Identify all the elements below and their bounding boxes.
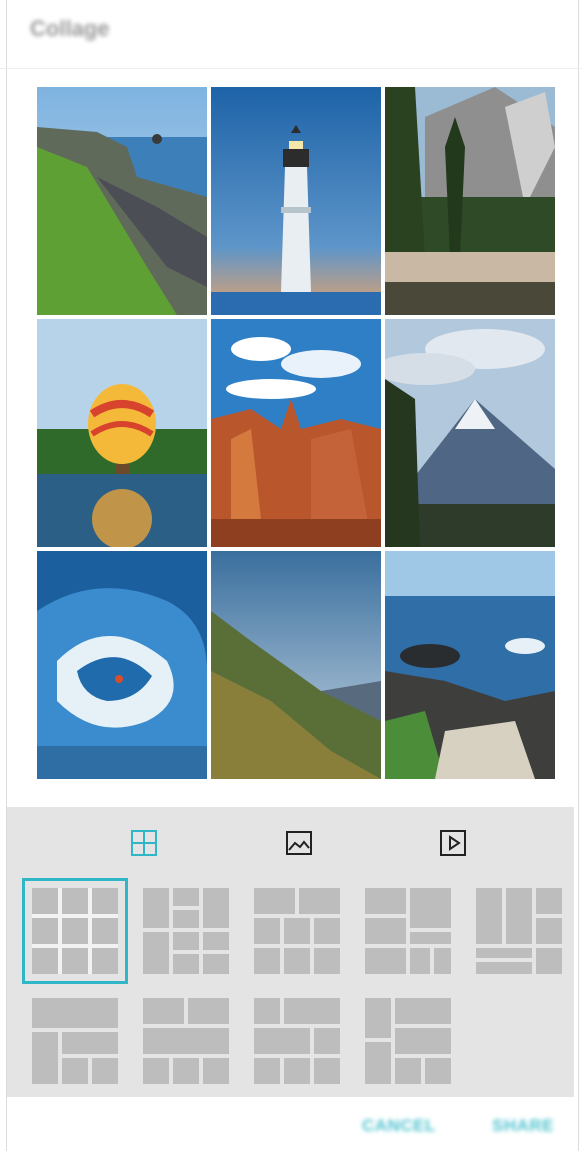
play-icon[interactable] — [438, 828, 468, 858]
cancel-button[interactable]: CANCEL — [362, 1116, 436, 1136]
layout-option-6[interactable] — [32, 998, 118, 1084]
lighthouse-photo[interactable] — [211, 87, 381, 315]
dialog-title: Collage — [30, 16, 110, 41]
layout-option-8[interactable] — [254, 998, 340, 1084]
share-button[interactable]: SHARE — [492, 1116, 554, 1136]
mountain-forest-river-photo[interactable] — [385, 87, 555, 315]
hot-air-balloon-photo[interactable] — [37, 319, 207, 547]
collage-preview — [37, 87, 557, 781]
dialog-footer — [7, 1097, 574, 1151]
snowy-mountain-photo[interactable] — [385, 319, 555, 547]
rocky-shore-photo[interactable] — [385, 551, 555, 779]
layout-option-1[interactable] — [22, 878, 128, 984]
header-divider — [0, 68, 581, 69]
red-rock-canyon-photo[interactable] — [211, 319, 381, 547]
layout-option-7[interactable] — [143, 998, 229, 1084]
layout-option-3[interactable] — [254, 888, 340, 974]
image-icon[interactable] — [284, 828, 314, 858]
surfing-wave-photo[interactable] — [37, 551, 207, 779]
layout-option-4[interactable] — [365, 888, 451, 974]
layout-option-5[interactable] — [476, 888, 562, 974]
layout-option-2[interactable] — [143, 888, 229, 974]
green-hillside-photo[interactable] — [211, 551, 381, 779]
layout-option-9[interactable] — [365, 998, 451, 1084]
grid-icon[interactable] — [129, 828, 159, 858]
coast-cliff-photo[interactable] — [37, 87, 207, 315]
